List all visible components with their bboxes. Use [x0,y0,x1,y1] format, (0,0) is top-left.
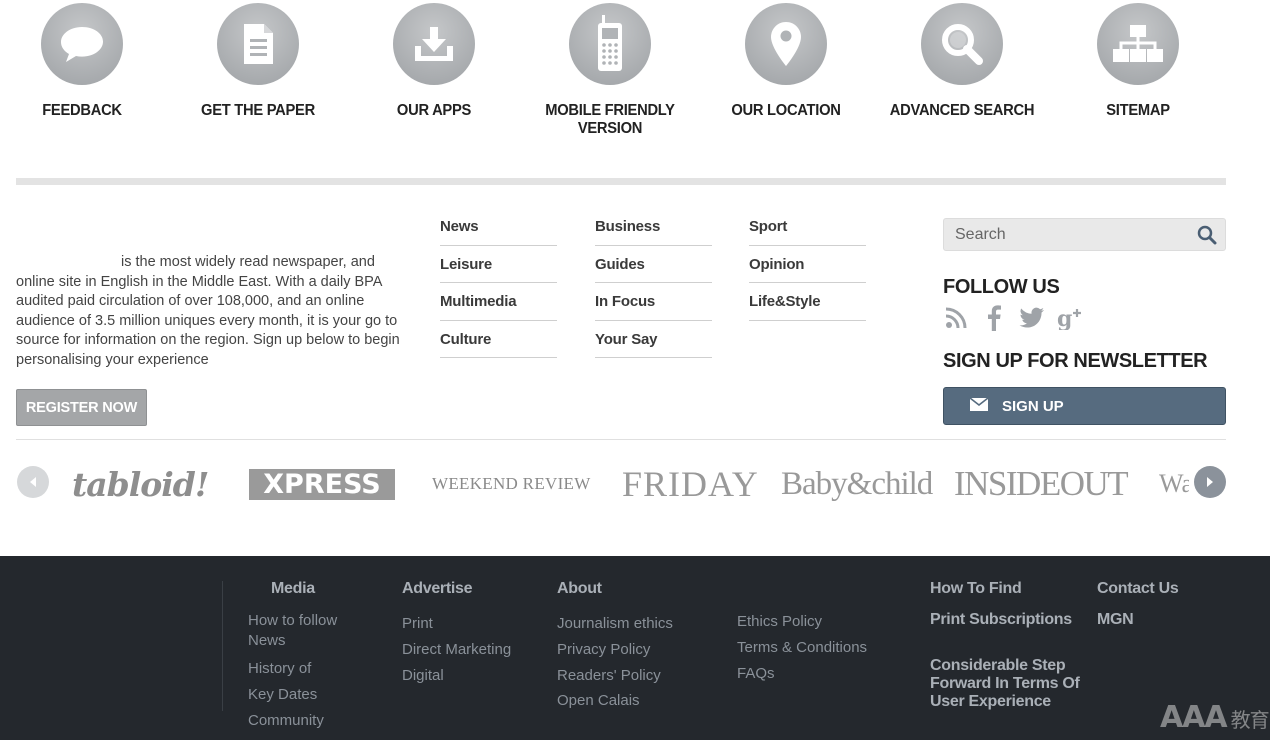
our-location-label: OUR LOCATION [731,102,841,119]
chevron-right-icon [1207,477,1213,487]
nav-link-business[interactable]: Business [595,208,712,246]
carousel-divider [16,439,1226,440]
nav-link-in-focus[interactable]: In Focus [595,283,712,321]
footer-about-heading[interactable]: About [557,580,673,598]
sitemap-label: SITEMAP [1106,102,1170,119]
sign-up-label: SIGN UP [1002,397,1064,415]
our-location-link[interactable]: OUR LOCATION [701,3,871,120]
brand-xpress[interactable]: XPRESS [249,469,395,500]
footer-advertise-heading[interactable]: Advertise [402,580,511,598]
nav-link-leisure[interactable]: Leisure [440,246,557,283]
carousel-next-button[interactable] [1194,466,1226,498]
our-apps-label: OUR APPS [396,102,472,119]
section-nav-column-3: Sport Opinion Life&Style [749,208,866,321]
footer-link-direct-marketing[interactable]: Direct Marketing [402,637,511,663]
brand-tabloid[interactable]: tabloid! [72,458,209,510]
get-the-paper-label: GET THE PAPER [201,102,315,119]
svg-text:g: g [1057,306,1072,330]
nav-link-news[interactable]: News [440,208,557,246]
rss-icon[interactable] [943,305,969,331]
chevron-left-icon [30,477,36,487]
search-icon[interactable] [1197,225,1217,245]
twitter-icon[interactable] [1019,305,1045,331]
brand-baby-and-child[interactable]: Baby&child [781,458,933,510]
nav-link-multimedia[interactable]: Multimedia [440,283,557,321]
footer-link-print[interactable]: Print [402,611,511,637]
footer-link-history-of[interactable]: History of [248,656,358,682]
watermark: AAA 教育 [1160,700,1270,735]
carousel-prev-button[interactable] [17,466,49,498]
magnifier-icon [921,3,1003,85]
newsletter-heading: SIGN UP FOR NEWSLETTER [943,350,1208,372]
footer-advertise-column: Advertise Print Direct Marketing Digital [402,580,511,688]
register-now-button[interactable]: REGISTER NOW [16,389,147,426]
speech-bubble-icon [41,3,123,85]
footer-media-column: Media How to follow News History of Key … [248,580,358,733]
footer-link-faqs[interactable]: FAQs [737,661,867,687]
sign-up-button[interactable]: SIGN UP [943,387,1226,425]
advanced-search-link[interactable]: ADVANCED SEARCH [877,3,1047,120]
advanced-search-label: ADVANCED SEARCH [889,102,1035,119]
nav-link-opinion[interactable]: Opinion [749,246,866,283]
footer-link-journalism-ethics[interactable]: Journalism ethics [557,611,673,637]
footer-right-column-2: Contact Us MGN [1097,580,1179,629]
footer-link-contact-us[interactable]: Contact Us [1097,580,1179,598]
follow-us-heading: FOLLOW US [943,276,1060,298]
watermark-main: AAA [1160,700,1228,735]
brand-wat[interactable]: Wat [1159,458,1189,510]
nav-link-culture[interactable]: Culture [440,321,557,358]
sitemap-icon [1097,3,1179,85]
brand-insideout[interactable]: INSIDEOUT [954,458,1129,510]
nav-link-your-say[interactable]: Your Say [595,321,712,358]
section-divider [16,178,1226,185]
footer-link-key-dates[interactable]: Key Dates [248,682,358,708]
envelope-icon [969,396,989,415]
footer-tagline: Considerable Step Forward In Terms Of Us… [930,657,1080,710]
footer-link-terms-conditions[interactable]: Terms & Conditions [737,635,867,661]
footer-link-how-to-follow-news[interactable]: How to follow News [248,611,358,650]
search-input[interactable] [944,219,1184,250]
get-the-paper-link[interactable]: GET THE PAPER [173,3,343,120]
search-box [943,218,1226,251]
document-icon [217,3,299,85]
google-plus-icon[interactable]: g [1057,305,1083,331]
footer-link-community[interactable]: Community [248,708,358,734]
about-description: is the most widely read newspaper, and o… [16,253,401,370]
footer-divider [222,581,223,711]
nav-link-sport[interactable]: Sport [749,208,866,246]
feedback-link[interactable]: FEEDBACK [0,3,167,120]
footer-right-column-1: How To Find Print Subscriptions Consider… [930,580,1105,711]
about-text: is the most widely read newspaper, and o… [16,254,400,368]
mobile-friendly-label: MOBILE FRIENDLY VERSION [545,102,675,137]
section-nav-column-2: Business Guides In Focus Your Say [595,208,712,358]
footer-link-digital[interactable]: Digital [402,663,511,689]
footer-link-readers-policy[interactable]: Readers' Policy [557,663,673,689]
social-links: g [943,305,1083,331]
footer-link-mgn[interactable]: MGN [1097,611,1178,629]
footer-link-open-calais[interactable]: Open Calais [557,688,673,714]
feedback-label: FEEDBACK [42,102,122,119]
section-nav-column-1: News Leisure Multimedia Culture [440,208,557,358]
footer-link-privacy-policy[interactable]: Privacy Policy [557,637,673,663]
mobile-phone-icon [569,3,651,85]
brand-friday[interactable]: FRIDAY [622,458,759,510]
footer-media-heading[interactable]: Media [271,580,358,598]
nav-link-life-style[interactable]: Life&Style [749,283,866,321]
watermark-suffix: 教育 [1230,708,1270,732]
facebook-icon[interactable] [981,305,1007,331]
footer-link-ethics-policy[interactable]: Ethics Policy [737,609,867,635]
download-icon [393,3,475,85]
footer-link-how-to-find[interactable]: How To Find [930,580,1105,598]
site-footer: Media How to follow News History of Key … [0,556,1270,740]
footer-about-more-column: Ethics Policy Terms & Conditions FAQs [737,609,867,686]
map-pin-icon [745,3,827,85]
mobile-friendly-link[interactable]: MOBILE FRIENDLY VERSION [525,3,695,138]
footer-about-column: About Journalism ethics Privacy Policy R… [557,580,673,714]
our-apps-link[interactable]: OUR APPS [349,3,519,120]
sitemap-link[interactable]: SITEMAP [1053,3,1223,120]
brand-weekend-review[interactable]: WEEKEND REVIEW [432,458,591,510]
nav-link-guides[interactable]: Guides [595,246,712,283]
footer-link-print-subscriptions[interactable]: Print Subscriptions [930,611,1105,629]
